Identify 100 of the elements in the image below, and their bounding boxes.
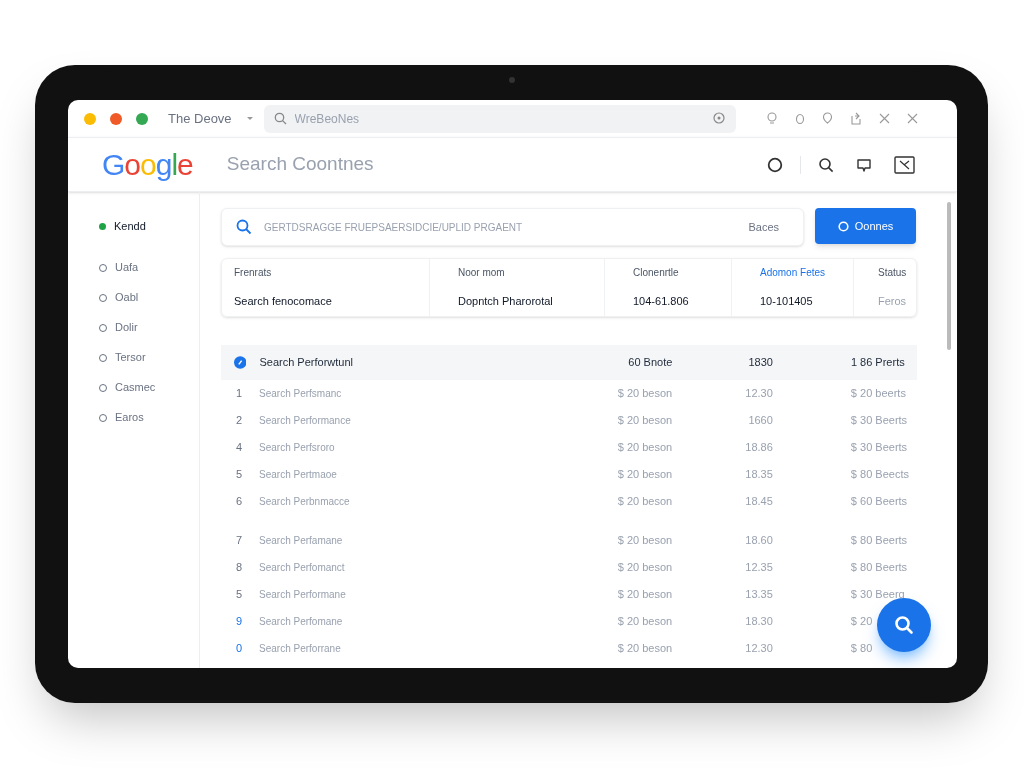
table-cell-text: 18.30 [744,614,774,630]
close-icon[interactable] [878,113,890,124]
table-cell-text: 60 Bnote [627,355,673,371]
table-cell-text: $ 30 Beerts [850,413,908,429]
summary-value: Feros [878,294,907,310]
table-cell-text: $ 20 beerts [850,386,906,402]
table-cell-text: 1 86 Prerts [850,355,905,371]
search-fab[interactable] [877,598,931,652]
summary-value: 10-101405 [760,294,814,310]
address-bar[interactable]: WreBeoNes [263,104,736,133]
row-number: 9 [235,614,244,630]
table-cell-text: $ 20 beson [616,641,673,657]
table-cell-text: 18.45 [744,494,774,510]
page-title: Search Coontnes [226,152,375,177]
table-cell-text: $ 20 beson [616,440,673,456]
sidebar-item[interactable]: Oabl [99,290,199,305]
table-cell-text: $ 30 Beerg [850,587,905,603]
table-cell-text: $ 80 Beerts [850,560,908,576]
scrollbar-thumb[interactable] [947,202,951,350]
table-cell-text: $ 20 beson [616,560,673,576]
table-cell-text: 18.86 [744,440,774,456]
share-icon[interactable] [849,112,862,125]
table-cell-text: Search Perforwtunl [259,355,354,371]
sidebar-item[interactable]: Tersor [99,350,199,365]
address-field[interactable]: WreBeoNes [294,109,705,128]
row-number: 7 [235,533,244,549]
refresh-icon [234,356,247,369]
table-cell-text: $ 20 beson [616,386,673,402]
table-cell-text: $ 80 Beects [850,467,909,483]
summary-label: Clonenrtle [633,266,680,281]
lens-icon[interactable] [712,112,726,125]
row-number: 2 [235,413,244,429]
table-cell-text: 12.35 [744,560,774,576]
table-cell-text: Search Perfomane [259,615,344,629]
sidebar-item[interactable]: Kendd [99,219,199,234]
bulb-icon[interactable] [765,112,778,125]
circle-icon [837,220,849,232]
summary-label: Adomon Fetes [760,266,827,281]
table-cell-text: 12.30 [744,641,774,657]
table-cell-text: $ 30 Beerts [850,440,908,456]
table-cell-text: $ 20 beson [616,587,673,603]
table-cell-text: Search Perforrane [259,642,342,656]
table-cell-text: 1830 [747,355,774,371]
google-logo[interactable]: Google [102,142,193,187]
table-cell-text: 18.60 [744,533,774,549]
table-cell-text: $ 80 Beerts [850,533,908,549]
row-number: 5 [235,587,244,603]
row-number: 8 [235,560,244,576]
summary-label: Noor mom [458,266,506,281]
search-button[interactable]: Oonnes [815,208,916,244]
search-field[interactable]: GERTDSRAGGE FRUEPSAERSIDCIE/UPLID PRGAENT [264,219,737,235]
row-number: 5 [235,467,244,483]
row-number: 4 [235,440,244,456]
sidebar-item[interactable]: Uafa [99,260,199,275]
table-cell-text: Search Performane [259,588,347,602]
table-cell-text: $ 20 beson [616,533,673,549]
search-bar[interactable]: GERTDSRAGGE FRUEPSAERSIDCIE/UPLID PRGAENT Baces [221,208,804,246]
table-cell-text: 13.35 [744,587,774,603]
ring-icon[interactable] [794,112,805,125]
search-icon [894,615,914,635]
table-cell-text: Search Perfamane [259,534,344,548]
table-cell-text: Search Perbnmacce [259,495,351,509]
summary-value: 104-61.806 [633,294,690,310]
search-icon [236,219,252,235]
chat-icon[interactable] [856,156,872,173]
summary-label: Status [878,266,907,281]
table-cell-text: 18.35 [744,467,774,483]
row-number: 6 [235,494,244,510]
summary-value: Dopntch Pharorotal [458,294,554,310]
tab-title[interactable]: The Deove [168,108,232,129]
camera-icon [509,77,515,83]
table-cell-text: 1660 [747,413,774,429]
pin-icon[interactable] [821,112,833,125]
screen-icon[interactable] [894,155,915,174]
circle-icon[interactable] [767,156,783,173]
summary-label: Frenrats [234,266,273,281]
sidebar-item[interactable]: Earos [99,410,199,425]
table-cell-text: $ 20 beson [616,467,673,483]
caret-icon[interactable] [245,116,254,121]
table-cell-text: $ 20 beson [616,614,673,630]
table-cell-text: Search Perfsmanc [259,387,343,401]
table-cell-text: $ 80 [850,641,873,657]
close-icon[interactable] [906,113,918,124]
table-cell-text: Search Pertmaoe [259,468,338,482]
table-cell-text: 12.30 [744,386,774,402]
table-cell-text: $ 20 beson [616,494,673,510]
table-cell-text: $ 60 Beerts [850,494,908,510]
row-number: 1 [235,386,244,402]
sidebar-item[interactable]: Casmec [99,380,199,395]
summary-value: Search fenocomace [234,294,333,310]
table-cell-text: $ 20 beson [616,413,673,429]
search-suffix: Baces [748,219,779,235]
table-cell-text: $ 20 [850,614,873,630]
table-cell-text: Search Performance [259,414,352,428]
search-icon[interactable] [818,156,834,173]
table-cell-text: Search Perfsroro [259,441,336,455]
row-number: 0 [235,641,244,657]
search-icon [273,112,287,125]
table-cell-text: Search Perfomanct [259,561,346,575]
sidebar-item[interactable]: Dolir [99,320,199,335]
